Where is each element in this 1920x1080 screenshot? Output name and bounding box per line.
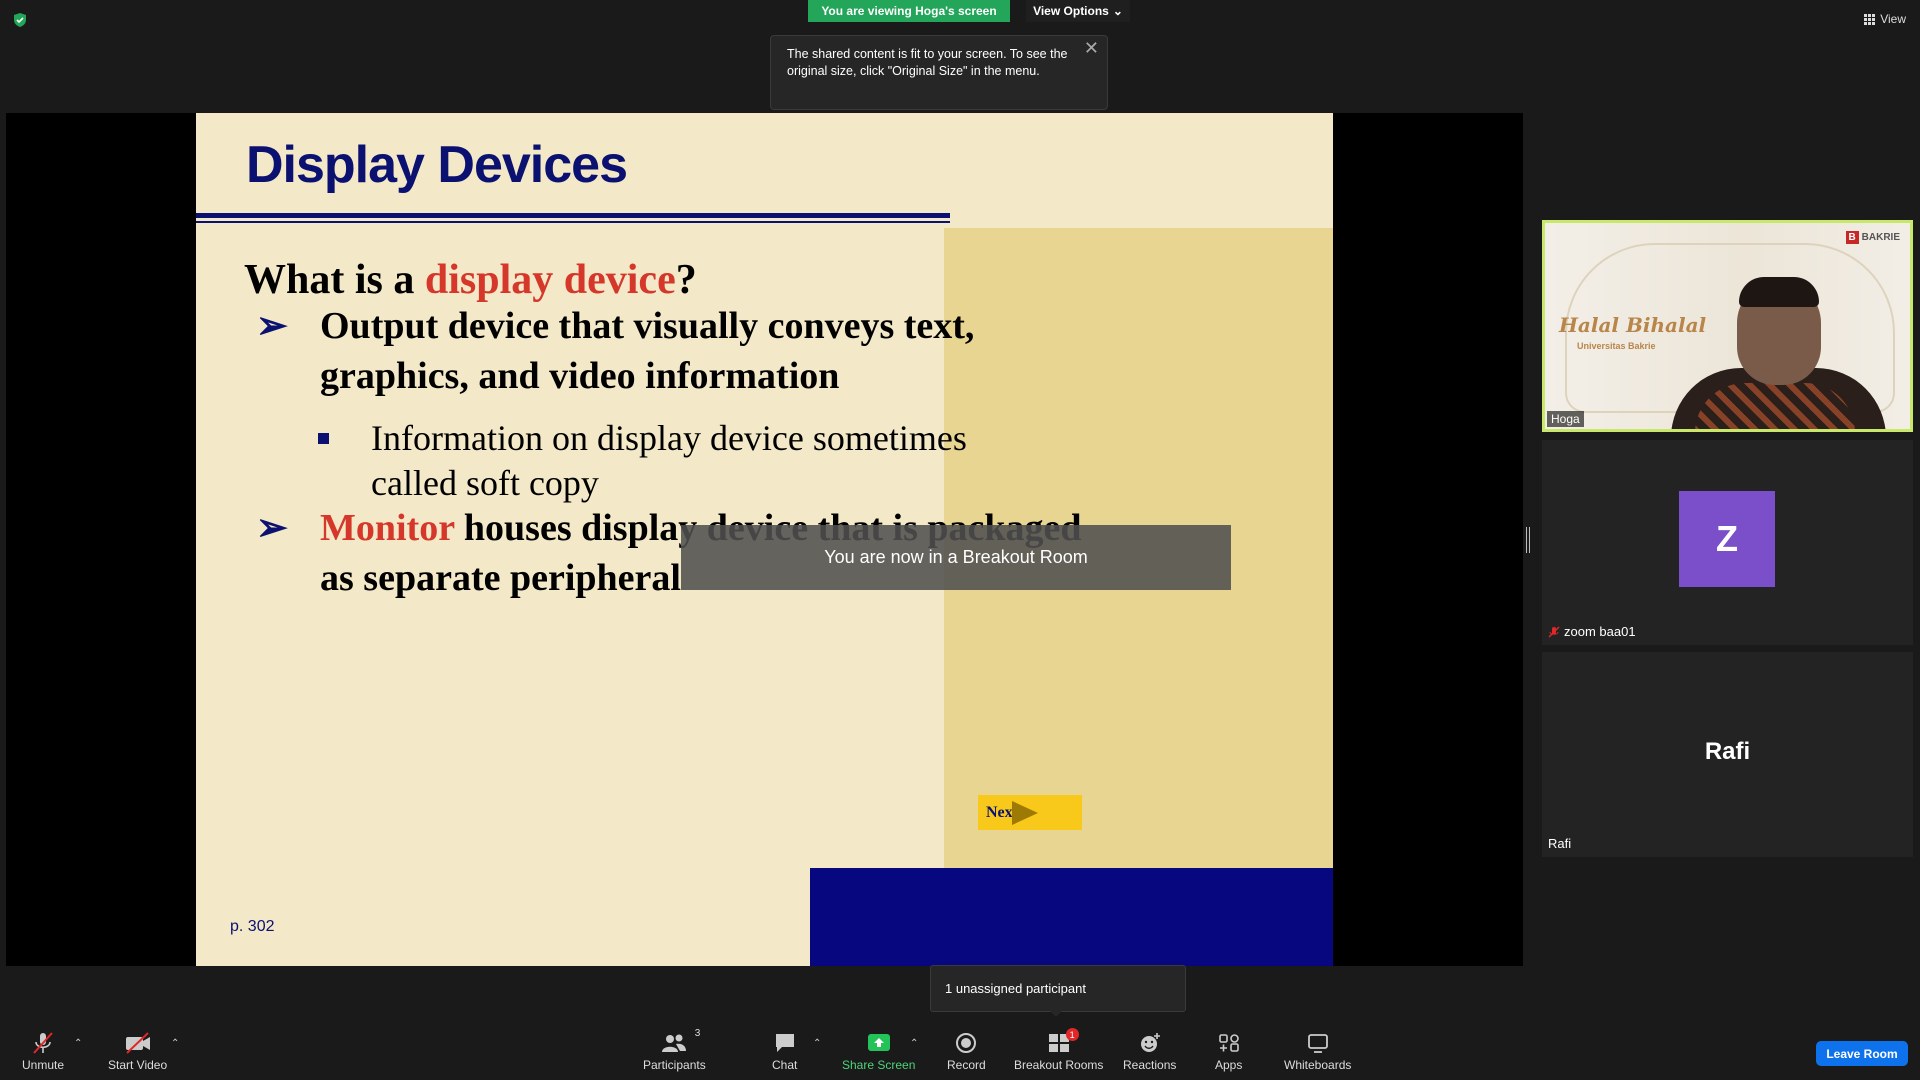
participant-display-name: Rafi bbox=[1704, 738, 1751, 765]
slide-footer-panel bbox=[810, 868, 1333, 966]
participants-count: 3 bbox=[694, 1028, 701, 1039]
leave-room-button[interactable]: Leave Room bbox=[1816, 1041, 1908, 1066]
slide-title: Display Devices bbox=[246, 136, 628, 194]
bakrie-logo: B BAKRIE bbox=[1845, 231, 1900, 244]
breakout-room-notification: You are now in a Breakout Room bbox=[681, 525, 1231, 590]
bullet1-line1: Output device that visually conveys text… bbox=[320, 305, 975, 347]
video-tile-hoga[interactable]: Halal Bihalal Universitas Bakrie B BAKRI… bbox=[1542, 220, 1913, 432]
bullet1-line2: graphics, and video information bbox=[320, 355, 840, 397]
start-video-button[interactable]: Start Video bbox=[108, 1032, 167, 1072]
reactions-button[interactable]: Reactions bbox=[1123, 1032, 1176, 1072]
sub1-line1: Information on display device sometimes bbox=[371, 418, 967, 458]
speaker-hair bbox=[1739, 277, 1819, 307]
slide-question: What is a display device? bbox=[244, 256, 697, 304]
participant-name: zoom baa01 bbox=[1564, 624, 1636, 639]
view-button[interactable]: View bbox=[1864, 12, 1906, 26]
sub1-line2: called soft copy bbox=[371, 463, 599, 503]
whiteboards-button[interactable]: Whiteboards bbox=[1284, 1032, 1351, 1072]
participants-label: Participants bbox=[643, 1058, 706, 1072]
avatar: Z bbox=[1679, 491, 1775, 587]
video-off-icon bbox=[125, 1032, 150, 1054]
participant-name: Rafi bbox=[1548, 836, 1572, 851]
unassigned-participant-popup[interactable]: 1 unassigned participant bbox=[930, 965, 1186, 1012]
title-divider-thin bbox=[196, 221, 950, 223]
chat-label: Chat bbox=[772, 1058, 798, 1072]
bakrie-logo-mark: B bbox=[1845, 231, 1859, 244]
breakout-badge: 1 bbox=[1065, 1028, 1079, 1041]
reactions-icon bbox=[1140, 1033, 1160, 1052]
chat-options-caret[interactable]: ⌃ bbox=[813, 1038, 821, 1049]
arrow-bullet-icon: ➢ bbox=[256, 507, 288, 549]
apps-button[interactable]: Apps bbox=[1215, 1032, 1242, 1072]
background-subtitle: Universitas Bakrie bbox=[1577, 341, 1656, 351]
apps-label: Apps bbox=[1215, 1058, 1243, 1072]
share-screen-label: Share Screen bbox=[842, 1058, 916, 1072]
muted-mic-icon bbox=[1548, 626, 1560, 638]
participants-icon bbox=[662, 1034, 687, 1052]
breakout-icon-wrap: 1 bbox=[1047, 1028, 1079, 1054]
meeting-toolbar: Unmute ⌃ Start Video ⌃ 3 Participants Ch… bbox=[0, 1020, 1920, 1080]
breakout-rooms-button[interactable]: 1 Breakout Rooms bbox=[1014, 1028, 1104, 1072]
record-button[interactable]: Record bbox=[947, 1032, 986, 1072]
record-label: Record bbox=[947, 1058, 986, 1072]
record-icon bbox=[956, 1033, 977, 1053]
whiteboards-label: Whiteboards bbox=[1284, 1058, 1352, 1072]
question-highlight: display device bbox=[424, 257, 676, 303]
whiteboard-icon bbox=[1307, 1034, 1328, 1053]
question-suffix: ? bbox=[675, 257, 697, 303]
audio-options-caret[interactable]: ⌃ bbox=[74, 1038, 82, 1049]
background-title: Halal Bihalal bbox=[1559, 313, 1707, 337]
participant-name-row: zoom baa01 bbox=[1548, 624, 1636, 639]
grid-view-icon bbox=[1864, 13, 1876, 25]
chat-button[interactable]: Chat bbox=[772, 1032, 797, 1072]
bakrie-logo-text: BAKRIE bbox=[1861, 232, 1900, 243]
participants-button[interactable]: 3 Participants bbox=[643, 1028, 706, 1072]
fit-screen-tooltip: The shared content is fit to your screen… bbox=[770, 35, 1108, 110]
participant-name-row: Rafi bbox=[1548, 836, 1571, 851]
share-screen-icon bbox=[867, 1034, 890, 1051]
next-slide-button: Next bbox=[978, 795, 1082, 830]
video-options-caret[interactable]: ⌃ bbox=[171, 1038, 179, 1049]
video-tile-rafi[interactable]: Rafi Rafi bbox=[1542, 652, 1913, 857]
question-prefix: What is a bbox=[244, 257, 425, 303]
unmute-button[interactable]: Unmute bbox=[22, 1032, 64, 1072]
bullet2-highlight: Monitor bbox=[320, 507, 455, 549]
title-divider bbox=[196, 213, 950, 218]
share-screen-button[interactable]: Share Screen bbox=[842, 1032, 915, 1072]
view-label: View bbox=[1880, 12, 1906, 26]
share-options-caret[interactable]: ⌃ bbox=[910, 1038, 918, 1049]
tooltip-text: The shared content is fit to your screen… bbox=[787, 47, 1068, 78]
bullet2-line2: as separate peripheral bbox=[320, 557, 681, 599]
participants-icon-wrap: 3 bbox=[660, 1028, 700, 1054]
chat-icon bbox=[775, 1034, 794, 1052]
page-reference: p. 302 bbox=[230, 918, 275, 935]
reactions-label: Reactions bbox=[1123, 1058, 1177, 1072]
close-icon[interactable]: ✕ bbox=[1084, 39, 1099, 57]
arrow-right-icon bbox=[1011, 800, 1038, 825]
square-bullet-icon bbox=[318, 433, 329, 444]
arrow-bullet-icon: ➢ bbox=[256, 305, 288, 347]
start-video-label: Start Video bbox=[108, 1058, 168, 1072]
breakout-rooms-label: Breakout Rooms bbox=[1014, 1058, 1104, 1072]
security-shield-icon[interactable] bbox=[12, 12, 28, 28]
apps-icon bbox=[1218, 1034, 1239, 1052]
chevron-down-icon: ⌄ bbox=[1112, 4, 1123, 18]
panel-resize-handle[interactable] bbox=[1526, 527, 1530, 553]
view-options-button[interactable]: View Options ⌄ bbox=[1026, 0, 1130, 22]
participant-name: Hoga bbox=[1547, 411, 1584, 427]
video-tile-zoom-baa01[interactable]: Z zoom baa01 bbox=[1542, 440, 1913, 645]
popup-caret bbox=[1050, 1011, 1062, 1017]
view-options-label: View Options bbox=[1033, 4, 1109, 18]
mic-off-icon bbox=[33, 1032, 53, 1054]
speaker-shirt bbox=[1695, 383, 1855, 429]
unmute-label: Unmute bbox=[22, 1058, 65, 1072]
viewing-screen-banner: You are viewing Hoga's screen bbox=[808, 0, 1010, 22]
